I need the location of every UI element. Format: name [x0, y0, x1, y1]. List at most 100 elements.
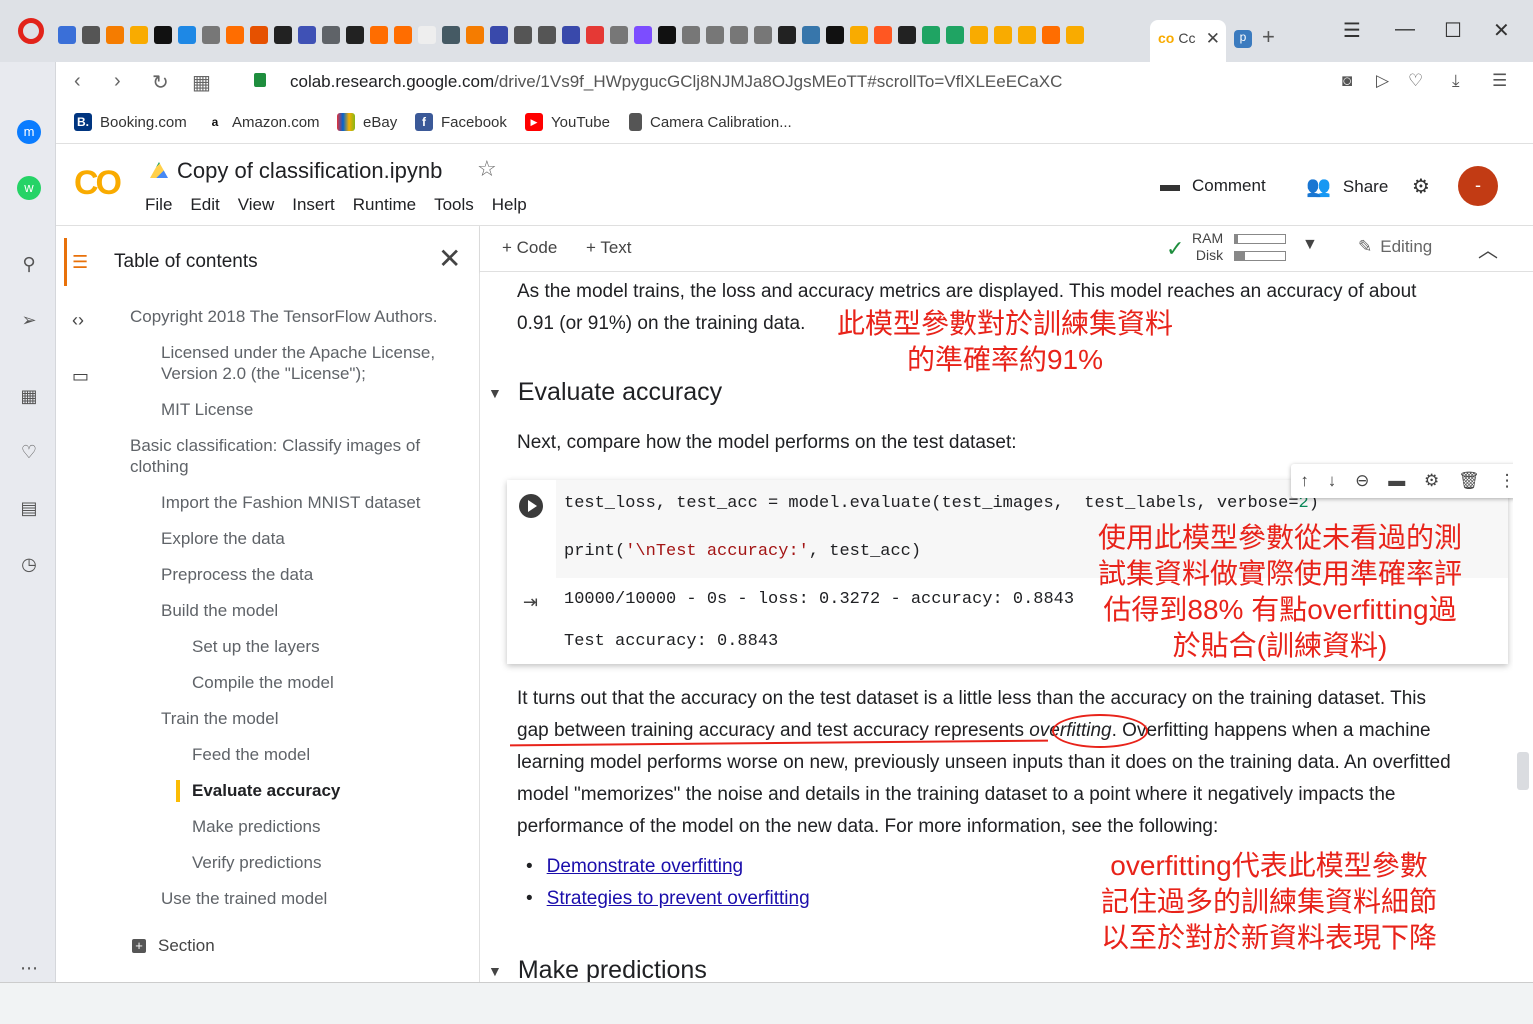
- tab-favicon[interactable]: [274, 26, 292, 44]
- opera-logo-icon[interactable]: [18, 18, 44, 44]
- toc-item[interactable]: Preprocess the data: [161, 564, 313, 585]
- add-section-button[interactable]: + Section: [132, 936, 215, 956]
- resource-labels[interactable]: RAM Disk: [1192, 230, 1223, 264]
- bookmark-facebook[interactable]: f Facebook: [415, 113, 507, 131]
- tab-favicon[interactable]: [586, 26, 604, 44]
- tab-favicon[interactable]: [730, 26, 748, 44]
- bookmark-amazon[interactable]: a Amazon.com: [206, 113, 320, 131]
- star-icon[interactable]: ☆: [477, 156, 497, 182]
- tab-favicon[interactable]: [970, 26, 988, 44]
- menu-tools[interactable]: Tools: [434, 195, 474, 215]
- close-window-icon[interactable]: ✕: [1493, 18, 1510, 43]
- tab-favicon[interactable]: [346, 26, 364, 44]
- menu-help[interactable]: Help: [492, 195, 527, 215]
- toc-item[interactable]: Make predictions: [192, 816, 321, 837]
- active-tab[interactable]: co Cc ✕: [1150, 20, 1226, 62]
- heart-icon[interactable]: ♡: [17, 440, 41, 464]
- link-icon[interactable]: ⊖: [1355, 471, 1369, 491]
- menu-edit[interactable]: Edit: [190, 195, 219, 215]
- tab-favicon[interactable]: [778, 26, 796, 44]
- tab-favicon[interactable]: [442, 26, 460, 44]
- comment-button[interactable]: ▬ Comment: [1160, 174, 1266, 197]
- menu-runtime[interactable]: Runtime: [353, 195, 416, 215]
- tab-favicon[interactable]: [634, 26, 652, 44]
- menu-insert[interactable]: Insert: [292, 195, 335, 215]
- chevron-down-icon[interactable]: ▼: [1302, 236, 1318, 254]
- move-down-icon[interactable]: ↓: [1328, 471, 1337, 491]
- editing-button[interactable]: ✎ Editing: [1358, 237, 1432, 257]
- tab-favicon[interactable]: [1018, 26, 1036, 44]
- forward-icon[interactable]: ›: [114, 70, 121, 93]
- reload-icon[interactable]: ↻: [152, 70, 169, 95]
- output-clear-icon[interactable]: ⇥: [523, 592, 538, 613]
- close-icon[interactable]: ✕: [438, 242, 461, 275]
- chevron-up-icon[interactable]: ︿: [1478, 234, 1498, 263]
- trash-icon[interactable]: 🗑: [1458, 471, 1480, 491]
- download-icon[interactable]: ⤓: [1452, 71, 1460, 91]
- lock-icon[interactable]: [254, 73, 266, 87]
- tab-favicon[interactable]: [394, 26, 412, 44]
- tab-favicon[interactable]: [514, 26, 532, 44]
- back-icon[interactable]: ‹: [74, 70, 81, 93]
- toc-item[interactable]: Explore the data: [161, 528, 285, 549]
- tab-favicon[interactable]: [898, 26, 916, 44]
- tab-favicon[interactable]: [226, 26, 244, 44]
- tab-favicon[interactable]: [298, 26, 316, 44]
- tab-menu-icon[interactable]: ☰: [1343, 18, 1361, 43]
- toc-item[interactable]: Use the trained model: [161, 888, 327, 909]
- more-dots-icon[interactable]: ⋯: [17, 956, 41, 980]
- toc-item[interactable]: MIT License: [161, 399, 253, 420]
- tab-favicon[interactable]: [58, 26, 76, 44]
- bookmark-youtube[interactable]: ▶ YouTube: [525, 113, 610, 131]
- move-up-icon[interactable]: ↑: [1300, 471, 1309, 491]
- code-snippets-icon[interactable]: ‹›: [72, 310, 84, 331]
- gear-icon[interactable]: ⚙: [1424, 471, 1439, 491]
- toc-item[interactable]: Verify predictions: [192, 852, 321, 873]
- history-icon[interactable]: ◷: [17, 552, 41, 576]
- tab-favicon[interactable]: [418, 26, 436, 44]
- tab-favicon[interactable]: [850, 26, 868, 44]
- tab-favicon[interactable]: [802, 26, 820, 44]
- toc-item[interactable]: Import the Fashion MNIST dataset: [161, 492, 421, 513]
- tab-favicon[interactable]: [826, 26, 844, 44]
- tab-favicon[interactable]: [130, 26, 148, 44]
- toc-item[interactable]: Copyright 2018 The TensorFlow Authors.: [130, 306, 437, 327]
- tab-favicon[interactable]: [322, 26, 340, 44]
- comment-icon[interactable]: ▬: [1388, 471, 1405, 491]
- section-heading-evaluate[interactable]: ▼ Evaluate accuracy: [488, 378, 722, 407]
- colab-logo[interactable]: CO: [74, 164, 122, 203]
- run-cell-button[interactable]: [519, 494, 543, 518]
- tab-favicon[interactable]: [202, 26, 220, 44]
- bookmark-ebay[interactable]: eBay: [337, 113, 397, 131]
- tab-favicon[interactable]: [1066, 26, 1084, 44]
- link-demonstrate-overfitting[interactable]: Demonstrate overfitting: [547, 856, 743, 878]
- news-icon[interactable]: ▤: [17, 496, 41, 520]
- python-favicon-icon[interactable]: p: [1234, 30, 1252, 48]
- bookmark-heart-icon[interactable]: ♡: [1408, 71, 1423, 91]
- tab-favicon[interactable]: [250, 26, 268, 44]
- tab-favicon[interactable]: [610, 26, 628, 44]
- minimize-icon[interactable]: —: [1395, 18, 1415, 41]
- add-text-button[interactable]: + Text: [586, 238, 632, 258]
- toc-item[interactable]: Feed the model: [192, 744, 310, 765]
- snapshot-icon[interactable]: ◙: [1342, 71, 1352, 91]
- toc-list-icon[interactable]: ☰: [72, 252, 88, 273]
- settings-button[interactable]: ⚙: [1412, 174, 1430, 199]
- toc-item[interactable]: Compile the model: [192, 672, 334, 693]
- tab-favicon[interactable]: [154, 26, 172, 44]
- new-tab-plus-icon[interactable]: +: [1262, 24, 1275, 50]
- tab-favicon[interactable]: [946, 26, 964, 44]
- search-icon[interactable]: ⚲: [17, 252, 41, 276]
- scroll-thumb[interactable]: [1517, 752, 1529, 790]
- messenger-icon[interactable]: m: [17, 120, 41, 144]
- folder-icon[interactable]: ▭: [72, 366, 89, 387]
- tab-favicon[interactable]: [1042, 26, 1060, 44]
- collapse-triangle-icon[interactable]: ▼: [488, 385, 502, 401]
- whatsapp-icon[interactable]: w: [17, 176, 41, 200]
- send-icon[interactable]: ➢: [17, 308, 41, 332]
- toc-item[interactable]: Train the model: [161, 708, 278, 729]
- tab-favicon[interactable]: [538, 26, 556, 44]
- tab-favicon[interactable]: [466, 26, 484, 44]
- tab-favicon[interactable]: [754, 26, 772, 44]
- section-heading-predictions[interactable]: ▼ Make predictions: [488, 956, 707, 982]
